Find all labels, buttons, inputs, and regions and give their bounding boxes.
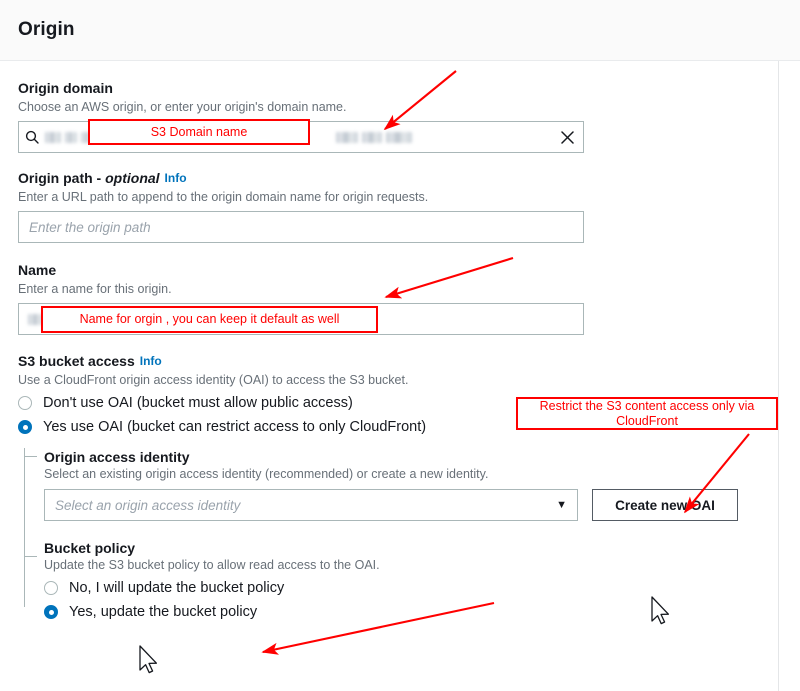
origin-path-label: Origin path - optional Info — [18, 169, 782, 187]
panel-header: Origin — [0, 0, 800, 61]
radio-yes-update-policy-control[interactable] — [44, 605, 58, 619]
origin-domain-value-redacted-2 — [336, 131, 412, 143]
origin-access-identity-select[interactable]: Select an origin access identity ▼ — [44, 489, 578, 521]
origin-access-identity-field: Origin access identity Select an existin… — [44, 448, 782, 521]
radio-no-update-policy[interactable]: No, I will update the bucket policy — [44, 579, 782, 597]
bucket-policy-description: Update the S3 bucket policy to allow rea… — [44, 558, 380, 572]
radio-yes-update-policy[interactable]: Yes, update the bucket policy — [44, 603, 782, 621]
origin-access-identity-placeholder: Select an origin access identity — [55, 497, 241, 513]
radio-no-update-policy-label: No, I will update the bucket policy — [69, 580, 285, 596]
origin-path-field: Origin path - optional Info Enter a URL p… — [18, 169, 782, 243]
radio-yes-oai-control[interactable] — [18, 420, 32, 434]
origin-path-description: Enter a URL path to append to the origin… — [18, 190, 429, 204]
origin-name-description: Enter a name for this origin. — [18, 282, 172, 296]
origin-path-placeholder: Enter the origin path — [29, 219, 151, 235]
radio-yes-update-policy-label: Yes, update the bucket policy — [69, 604, 258, 620]
create-new-oai-button[interactable]: Create new OAI — [592, 489, 738, 521]
annotation-origin-name: Name for orgin , you can keep it default… — [41, 306, 378, 333]
origin-access-identity-description: Select an existing origin access identit… — [44, 467, 489, 481]
page-title: Origin — [18, 19, 75, 40]
bucket-policy-label: Bucket policy — [44, 540, 136, 556]
bucket-policy-field: Bucket policy Update the S3 bucket polic… — [44, 539, 782, 621]
s3-bucket-access-label: S3 bucket access Info — [18, 352, 782, 370]
radio-yes-oai-label: Yes use OAI (bucket can restrict access … — [43, 419, 427, 435]
s3-bucket-access-description: Use a CloudFront origin access identity … — [18, 373, 409, 387]
annotation-s3-domain-name: S3 Domain name — [88, 119, 310, 145]
nested-connector-tick-policy — [24, 556, 37, 557]
origin-path-optional-text: optional — [105, 170, 160, 186]
origin-path-label-text: Origin path - — [18, 170, 106, 186]
nested-connector-line — [24, 448, 25, 607]
close-icon[interactable] — [557, 127, 577, 147]
radio-no-oai-control[interactable] — [18, 396, 32, 410]
origin-panel: Origin Origin domain Choose an AWS origi… — [0, 0, 800, 691]
radio-no-oai-label: Don't use OAI (bucket must allow public … — [43, 395, 353, 411]
origin-path-info-link[interactable]: Info — [165, 171, 187, 185]
oai-nested-group: Origin access identity Select an existin… — [18, 448, 782, 621]
origin-access-identity-row: Select an origin access identity ▼ Creat… — [44, 489, 782, 521]
chevron-down-icon: ▼ — [556, 498, 567, 511]
origin-domain-description: Choose an AWS origin, or enter your orig… — [18, 100, 347, 114]
radio-no-update-policy-control[interactable] — [44, 581, 58, 595]
origin-access-identity-label: Origin access identity — [44, 449, 190, 465]
s3-bucket-access-info-link[interactable]: Info — [140, 354, 162, 368]
origin-domain-value-redacted — [45, 131, 93, 143]
origin-path-input[interactable]: Enter the origin path — [18, 211, 584, 243]
s3-bucket-access-label-text: S3 bucket access — [18, 353, 135, 369]
cursor-pointer-bottom — [139, 645, 158, 674]
nested-connector-tick-oai — [24, 456, 37, 457]
origin-name-label: Name — [18, 262, 57, 278]
annotation-restrict-access: Restrict the S3 content access only via … — [516, 397, 778, 430]
origin-domain-label: Origin domain — [18, 80, 113, 96]
origin-form: Origin domain Choose an AWS origin, or e… — [0, 61, 800, 621]
search-icon — [19, 130, 45, 144]
s3-bucket-access-field: S3 bucket access Info Use a CloudFront or… — [18, 352, 782, 621]
